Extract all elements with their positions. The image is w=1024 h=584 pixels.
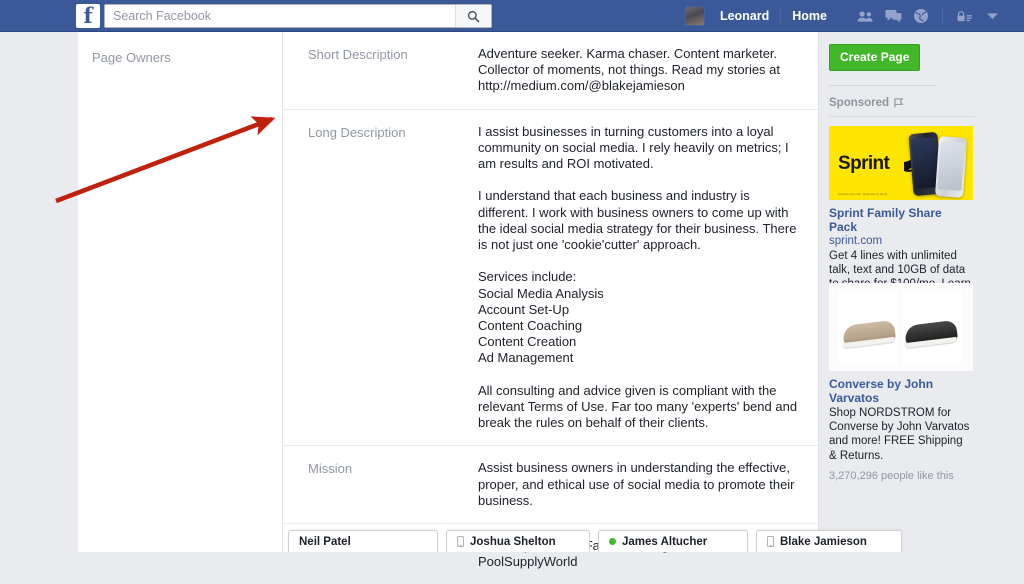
chat-tab-label: Blake Jamieson [780,536,867,548]
sprint-wordmark: Sprint [838,153,889,175]
ad-title-link[interactable]: Sprint Family Share Pack [829,206,973,234]
friend-requests-icon [857,10,874,23]
create-page-button[interactable]: Create Page [829,44,920,71]
messages-button[interactable] [879,4,907,28]
chat-tab-james-altucher[interactable]: James Altucher [598,530,748,552]
page-body: Page Owners Short Description Adventure … [0,32,1024,552]
about-label: Short Description [308,46,478,95]
about-details-panel: Short Description Adventure seeker. Karm… [283,32,819,552]
about-label: Long Description [308,124,478,432]
facebook-logo-icon[interactable]: f [76,4,100,28]
avatar[interactable] [685,6,705,26]
nav-divider [942,8,943,24]
nav-divider [780,8,781,24]
phone-light-image [935,136,967,198]
search-button[interactable] [455,5,491,27]
chat-tab-label: James Altucher [622,536,707,548]
about-row-short-description: Short Description Adventure seeker. Karm… [283,32,818,110]
about-value: Assist business owners in understanding … [478,460,802,509]
search-icon [467,10,480,23]
search-bar[interactable] [104,4,492,28]
sponsored-flag-icon [894,98,905,108]
page-owners-heading: Page Owners [92,50,171,65]
notifications-globe-icon [913,8,929,24]
profile-name-link[interactable]: Leonard [712,5,777,27]
chat-tab-joshua-shelton[interactable]: Joshua Shelton [446,530,590,552]
about-value: Adventure seeker. Karma chaser. Content … [478,46,802,95]
nav-icon-group [851,4,1006,28]
ad-fine-print: Limited time offer. Restrictions apply. [838,193,888,196]
ad-title-link[interactable]: Converse by John Varvatos [829,377,973,405]
ad-image-converse[interactable] [829,283,973,371]
ad-sprint[interactable]: Sprint Limited time offer. Restrictions … [829,126,973,306]
ad-like-count: 3,270,296 people like this [829,470,973,482]
chat-tab-label: Joshua Shelton [470,536,556,548]
mobile-status-icon [457,536,464,547]
privacy-shortcuts-button[interactable] [950,4,978,28]
left-gutter [0,32,78,552]
ad-body-text: Shop NORDSTROM for Converse by John Varv… [829,406,973,463]
online-status-icon [609,538,616,545]
page-owners-column: Page Owners [78,32,283,552]
ad-domain-link[interactable]: sprint.com [829,234,973,248]
chat-tab-neil-patel[interactable]: Neil Patel [288,530,438,552]
facebook-top-navigation-bar: f Leonard Home [0,0,1024,32]
chat-tab-blake-jamieson[interactable]: Blake Jamieson [756,530,902,552]
about-value: I assist businesses in turning customers… [478,124,802,432]
search-input[interactable] [105,5,455,27]
friend-requests-button[interactable] [851,4,879,28]
account-menu-button[interactable] [978,4,1006,28]
chat-tab-label: Neil Patel [299,536,351,548]
about-row-mission: Mission Assist business owners in unders… [283,446,818,524]
sponsored-label: Sponsored [829,97,889,109]
sponsored-rule [829,116,975,117]
right-sidebar: Create Page Sponsored Sprint Limited tim… [819,32,1024,552]
mobile-status-icon [767,536,774,547]
messages-icon [885,9,902,23]
sponsored-heading: Sponsored [829,97,905,109]
about-label: Mission [308,460,478,509]
privacy-lock-icon [956,10,973,23]
chat-bar: Neil Patel Joshua Shelton James Altucher… [0,530,1024,552]
rail-divider [829,85,937,86]
top-nav-right-cluster: Leonard Home [685,0,1006,32]
home-link[interactable]: Home [784,5,835,27]
ad-converse[interactable]: Converse by John Varvatos Shop NORDSTROM… [829,283,973,482]
notifications-button[interactable] [907,4,935,28]
ad-image-sprint[interactable]: Sprint Limited time offer. Restrictions … [829,126,973,200]
account-chevron-down-icon [986,12,999,20]
about-row-long-description: Long Description I assist businesses in … [283,110,818,447]
